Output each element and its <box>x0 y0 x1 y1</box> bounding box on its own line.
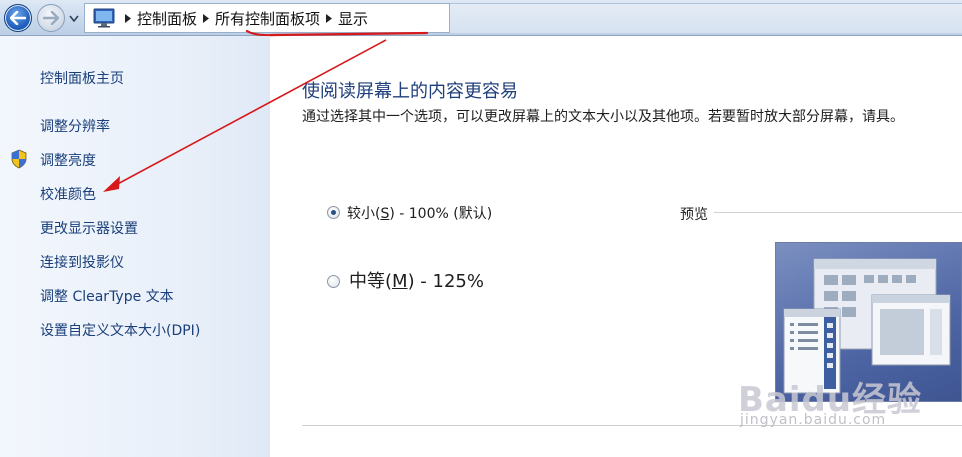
navigation-bar: 控制面板 所有控制面板项 显示 <box>0 0 962 36</box>
back-arrow-icon <box>10 11 26 25</box>
back-button[interactable] <box>4 4 32 32</box>
baidu-watermark: Baidu经验 jingyan.baidu.com <box>738 372 960 432</box>
forward-button[interactable] <box>37 4 65 32</box>
breadcrumb-separator-icon[interactable] <box>197 11 215 25</box>
control-panel-icon <box>93 8 115 28</box>
breadcrumb-item-all-items[interactable]: 所有控制面板项 <box>215 8 320 29</box>
recent-pages-icon <box>69 15 79 22</box>
breadcrumb-separator-icon[interactable] <box>119 11 137 25</box>
recent-pages-button[interactable] <box>68 12 80 24</box>
sidebar-item-custom-dpi[interactable]: 设置自定义文本大小(DPI) <box>40 320 200 340</box>
sidebar-item-connect-projector[interactable]: 连接到投影仪 <box>40 252 124 272</box>
annotation-underline <box>245 30 429 37</box>
address-bar-extension <box>450 3 962 33</box>
sidebar-item-calibrate-color[interactable]: 校准颜色 <box>40 184 96 204</box>
option-medium-radio[interactable] <box>327 275 340 288</box>
option-smaller-label[interactable]: 较小(S) - 100% (默认) <box>347 203 492 223</box>
forward-arrow-icon <box>43 11 59 25</box>
option-smaller-radio[interactable] <box>327 206 340 219</box>
breadcrumb-separator-icon[interactable] <box>320 11 338 25</box>
breadcrumb-item-display[interactable]: 显示 <box>338 8 368 29</box>
preview-label: 预览 <box>680 207 708 223</box>
option-medium-label[interactable]: 中等(M) - 125% <box>349 267 484 293</box>
page-description: 通过选择其中一个选项，可以更改屏幕上的文本大小以及其他项。若要暂时放大部分屏幕，… <box>302 109 904 125</box>
sidebar-item-adjust-resolution[interactable]: 调整分辨率 <box>40 116 110 136</box>
address-bar[interactable]: 控制面板 所有控制面板项 显示 <box>84 3 450 33</box>
breadcrumb-item-control-panel[interactable]: 控制面板 <box>137 8 197 29</box>
task-pane <box>0 36 270 457</box>
sidebar-item-change-display-settings[interactable]: 更改显示器设置 <box>40 218 138 238</box>
uac-shield-icon <box>11 149 27 169</box>
sidebar-item-home[interactable]: 控制面板主页 <box>40 68 124 88</box>
sidebar-item-adjust-brightness[interactable]: 调整亮度 <box>40 150 96 170</box>
sidebar-item-adjust-cleartype[interactable]: 调整 ClearType 文本 <box>40 286 174 306</box>
watermark-url: jingyan.baidu.com <box>740 412 887 428</box>
preview-divider <box>714 212 962 213</box>
page-title: 使阅读屏幕上的内容更容易 <box>302 81 518 102</box>
